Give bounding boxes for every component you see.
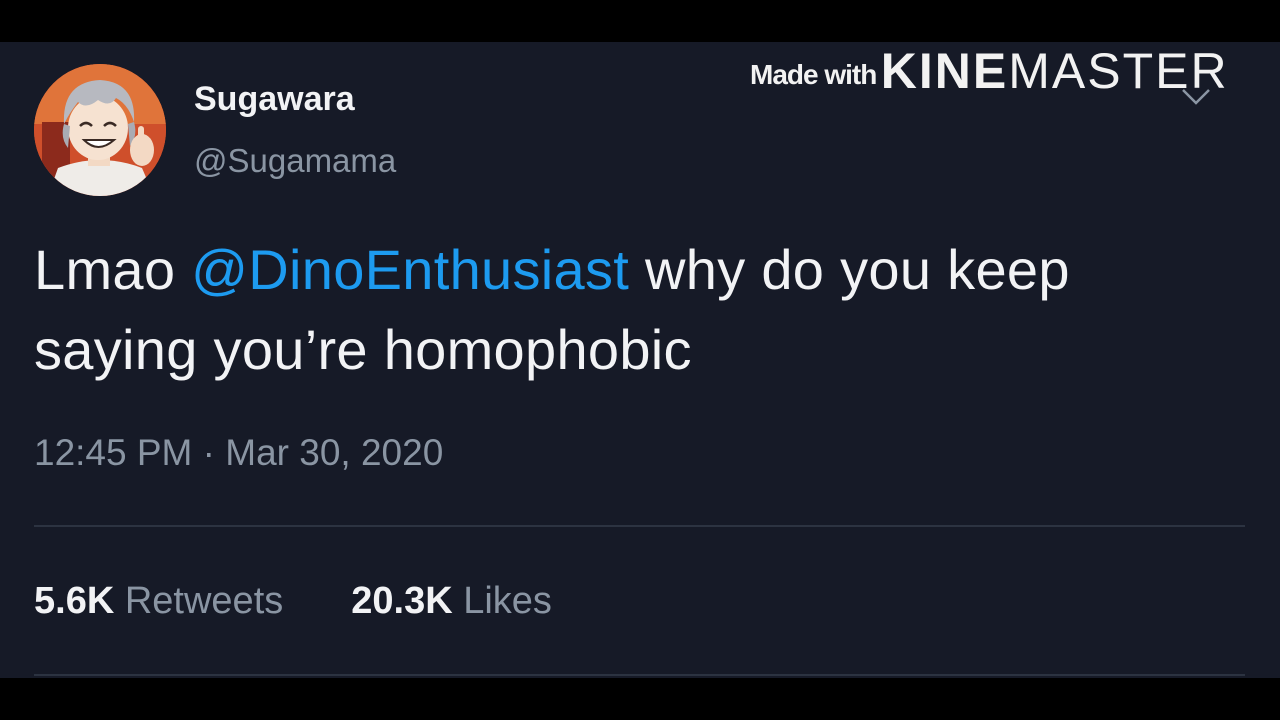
divider-bottom <box>34 674 1245 676</box>
watermark-brand-bold: KINE <box>880 43 1009 99</box>
chevron-down-icon[interactable] <box>1180 86 1212 108</box>
kinemaster-watermark: Made with KINEMASTER <box>750 42 1229 100</box>
likes-stat[interactable]: 20.3K Likes <box>351 580 552 623</box>
display-name[interactable]: Sugawara <box>194 80 355 119</box>
avatar[interactable] <box>34 64 166 196</box>
tweet-card: Sugawara @Sugamama Made with KINEMASTER … <box>0 42 1280 678</box>
retweets-label: Retweets <box>124 580 284 622</box>
retweets-stat[interactable]: 5.6K Retweets <box>34 580 283 623</box>
tweet-timestamp[interactable]: 12:45 PM · Mar 30, 2020 <box>34 432 443 474</box>
tweet-text-intro: Lmao <box>34 238 192 301</box>
retweets-count: 5.6K <box>34 580 115 622</box>
tweet-text: Lmao @DinoEnthusiast why do you keep say… <box>34 230 1244 390</box>
video-frame: Sugawara @Sugamama Made with KINEMASTER … <box>0 0 1280 720</box>
tweet-stats: 5.6K Retweets 20.3K Likes <box>34 580 552 623</box>
watermark-prefix: Made with <box>750 59 877 90</box>
likes-label: Likes <box>463 580 552 622</box>
divider-top <box>34 525 1245 527</box>
mention-link[interactable]: @DinoEnthusiast <box>191 238 629 301</box>
user-handle[interactable]: @Sugamama <box>194 142 396 180</box>
avatar-illustration <box>34 64 166 196</box>
likes-count: 20.3K <box>351 580 453 622</box>
